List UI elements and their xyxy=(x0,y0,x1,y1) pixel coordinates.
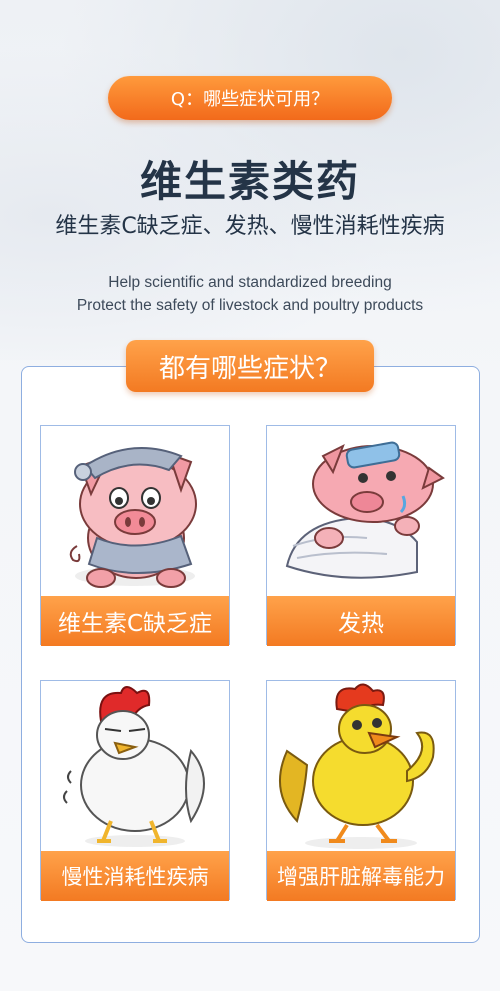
english-line-2: Protect the safety of livestock and poul… xyxy=(76,297,424,314)
page-subtitle: 维生素C缺乏症、发热、慢性消耗性疾病 xyxy=(55,214,445,239)
weak-chicken-icon xyxy=(41,681,229,851)
symptom-card-fever[interactable]: 发热 xyxy=(266,425,456,646)
symptom-card-label: 慢性消耗性疾病 xyxy=(41,851,229,901)
symptom-card-label: 维生素C缺乏症 xyxy=(41,596,229,646)
symptom-card-chronic-wasting[interactable]: 慢性消耗性疾病 xyxy=(40,680,230,901)
symptom-card-vitamin-c[interactable]: 维生素C缺乏症 xyxy=(40,425,230,646)
question-pill: Q：哪些症状可用？ xyxy=(108,76,392,120)
question-pill-label: Q：哪些症状可用？ xyxy=(170,89,330,110)
sick-pig-nightcap-icon xyxy=(41,426,229,596)
symptom-card-label: 发热 xyxy=(267,596,455,646)
english-line-1: Help scientific and standardized breedin… xyxy=(108,274,392,291)
strong-rooster-icon xyxy=(267,681,455,851)
panel-tab: 都有哪些症状？ xyxy=(126,340,374,392)
panel-tab-label: 都有哪些症状？ xyxy=(158,353,341,384)
page-title: 维生素类药 xyxy=(139,157,360,206)
symptom-card-label: 增强肝脏解毒能力 xyxy=(267,851,455,901)
symptom-card-liver-detox[interactable]: 增强肝脏解毒能力 xyxy=(266,680,456,901)
feverish-pig-in-bed-icon xyxy=(267,426,455,596)
